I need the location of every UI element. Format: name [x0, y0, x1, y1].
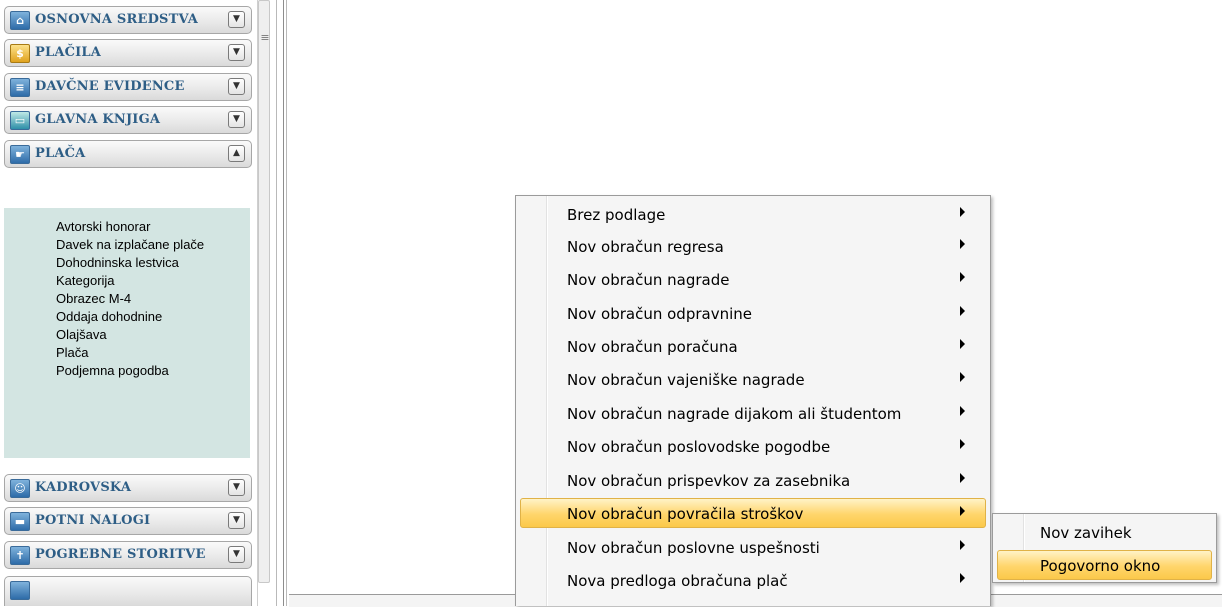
- navigation-sidebar: ⌂ OSNOVNA SREDSTVA ▼ $ PLAČILA ▼ ≡ DAVČN…: [0, 0, 256, 606]
- menu-item-label: Nov obračun povračila stroškov: [567, 505, 804, 523]
- submenu-item-placa[interactable]: Plača: [56, 345, 89, 360]
- car-icon: ▬: [10, 512, 30, 531]
- section-kadrovska[interactable]: ☺ KADROVSKA ▼: [4, 474, 252, 502]
- submenu-popup: Nov zavihek Pogovorno okno: [992, 513, 1217, 583]
- chevron-down-icon[interactable]: ▼: [228, 512, 245, 529]
- section-pogrebne-storitve[interactable]: ✝ POGREBNE STORITVE ▼: [4, 541, 252, 569]
- section-davcne-evidence[interactable]: ≡ DAVČNE EVIDENCE ▼: [4, 73, 252, 101]
- submenu-item-kategorija[interactable]: Kategorija: [56, 273, 115, 288]
- section-partial-next[interactable]: [4, 576, 252, 606]
- placa-submenu: Avtorski honorar Davek na izplačane plač…: [4, 208, 250, 458]
- menu-item-pogovorno-okno[interactable]: Pogovorno okno: [997, 550, 1212, 580]
- section-placa[interactable]: ☛ PLAČA ▲: [4, 140, 252, 168]
- menu-item-label: Nov obračun regresa: [567, 238, 724, 256]
- section-label: GLAVNA KNJIGA: [35, 112, 161, 127]
- menu-item-label: Brez podlage: [567, 206, 666, 224]
- funeral-icon: ✝: [10, 546, 30, 565]
- menu-item-label: Nov obračun odpravnine: [567, 305, 752, 323]
- menu-item-brez-podlage[interactable]: Brez podlage: [520, 199, 986, 229]
- submenu-arrow-icon: [960, 272, 965, 282]
- chevron-down-icon[interactable]: ▼: [228, 11, 245, 28]
- pane-divider: [276, 0, 277, 606]
- section-label: OSNOVNA SREDSTVA: [35, 12, 199, 27]
- menu-item-nov-obracun-vajeniske-nagrade[interactable]: Nov obračun vajeniške nagrade: [520, 364, 986, 394]
- menu-item-label: Nov obračun poslovodske pogodbe: [567, 438, 831, 456]
- submenu-arrow-icon: [960, 239, 965, 249]
- submenu-item-podjemna-pogodba[interactable]: Podjemna pogodba: [56, 363, 169, 378]
- chevron-down-icon[interactable]: ▼: [228, 546, 245, 563]
- submenu-arrow-icon: [960, 339, 965, 349]
- money-bag-icon: $: [10, 44, 30, 63]
- chevron-down-icon[interactable]: ▼: [228, 479, 245, 496]
- ledger-icon: ▭: [10, 111, 30, 130]
- menu-item-label: Nov obračun vajeniške nagrade: [567, 371, 805, 389]
- menu-item-nov-obracun-nagrade-dijakom[interactable]: Nov obračun nagrade dijakom ali študento…: [520, 398, 986, 428]
- chevron-down-icon[interactable]: ▼: [228, 44, 245, 61]
- section-placila[interactable]: $ PLAČILA ▼: [4, 39, 252, 67]
- submenu-item-olajsava[interactable]: Olajšava: [56, 327, 107, 342]
- submenu-arrow-icon: [960, 540, 965, 550]
- menu-item-label: Nov zavihek: [1040, 524, 1132, 542]
- pane-divider[interactable]: [283, 0, 284, 606]
- tax-records-icon: ≡: [10, 78, 30, 97]
- menu-item-nov-obracun-poslovodske-pogodbe[interactable]: Nov obračun poslovodske pogodbe: [520, 431, 986, 461]
- menu-item-nov-obracun-prispevkov[interactable]: Nov obračun prispevkov za zasebnika: [520, 465, 986, 495]
- menu-item-label: Nov obračun poslovne uspešnosti: [567, 539, 820, 557]
- menu-item-label: Nov obračun nagrade dijakom ali študento…: [567, 405, 902, 423]
- salary-icon: ☛: [10, 145, 30, 164]
- menu-item-nov-obracun-poslovne-uspesnosti[interactable]: Nov obračun poslovne uspešnosti: [520, 532, 986, 562]
- submenu-item-davek-na-izplacane-place[interactable]: Davek na izplačane plače: [56, 237, 204, 252]
- splitter-grip-icon[interactable]: ≡: [258, 30, 272, 46]
- submenu-item-avtorski-honorar[interactable]: Avtorski honorar: [56, 219, 150, 234]
- menu-item-nov-obracun-regresa[interactable]: Nov obračun regresa: [520, 231, 986, 261]
- chevron-down-icon[interactable]: ▼: [228, 111, 245, 128]
- submenu-arrow-icon: [960, 473, 965, 483]
- personnel-icon: ☺: [10, 479, 30, 498]
- chevron-up-icon[interactable]: ▲: [228, 145, 245, 162]
- menu-item-label: Nova predloga obračuna plač: [567, 572, 788, 590]
- menu-item-label: Nov obračun poračuna: [567, 338, 738, 356]
- submenu-item-obrazec-m4[interactable]: Obrazec M-4: [56, 291, 131, 306]
- section-label: DAVČNE EVIDENCE: [35, 79, 185, 94]
- menu-item-nov-obracun-odpravnine[interactable]: Nov obračun odpravnine: [520, 298, 986, 328]
- submenu-arrow-icon: [960, 306, 965, 316]
- menu-item-label: Nov obračun nagrade: [567, 271, 730, 289]
- section-label: PLAČA: [35, 146, 86, 161]
- submenu-arrow-icon: [960, 439, 965, 449]
- section-label: PLAČILA: [35, 45, 102, 60]
- submenu-item-oddaja-dohodnine[interactable]: Oddaja dohodnine: [56, 309, 162, 324]
- submenu-arrow-icon: [960, 372, 965, 382]
- section-label: POGREBNE STORITVE: [35, 547, 206, 562]
- building-icon: ⌂: [10, 11, 30, 30]
- submenu-arrow-icon: [960, 573, 965, 583]
- pane-divider: [286, 0, 287, 606]
- chevron-down-icon[interactable]: ▼: [228, 78, 245, 95]
- section-potni-nalogi[interactable]: ▬ POTNI NALOGI ▼: [4, 507, 252, 535]
- context-menu: Brez podlage Nov obračun regresa Nov obr…: [515, 195, 991, 606]
- submenu-arrow-icon: [960, 406, 965, 416]
- section-label: KADROVSKA: [35, 480, 132, 495]
- submenu-arrow-icon: [960, 506, 965, 516]
- menu-item-nov-zavihek[interactable]: Nov zavihek: [997, 517, 1212, 547]
- section-label: POTNI NALOGI: [35, 513, 151, 528]
- folder-icon: [10, 581, 30, 600]
- menu-item-nov-obracun-nagrade[interactable]: Nov obračun nagrade: [520, 264, 986, 294]
- submenu-item-dohodninska-lestvica[interactable]: Dohodninska lestvica: [56, 255, 179, 270]
- submenu-arrow-icon: [960, 207, 965, 217]
- menu-item-label: Pogovorno okno: [1040, 557, 1161, 575]
- menu-item-nov-obracun-povracila-stroskov[interactable]: Nov obračun povračila stroškov: [520, 498, 986, 528]
- menu-item-label: Nov obračun prispevkov za zasebnika: [567, 472, 851, 490]
- menu-item-nov-obracun-poracuna[interactable]: Nov obračun poračuna: [520, 331, 986, 361]
- section-osnovna-sredstva[interactable]: ⌂ OSNOVNA SREDSTVA ▼: [4, 6, 252, 34]
- menu-item-nova-predloga-obracuna-plac[interactable]: Nova predloga obračuna plač: [520, 565, 986, 595]
- section-glavna-knjiga[interactable]: ▭ GLAVNA KNJIGA ▼: [4, 106, 252, 134]
- sidebar-scrollbar-thumb[interactable]: [258, 0, 270, 583]
